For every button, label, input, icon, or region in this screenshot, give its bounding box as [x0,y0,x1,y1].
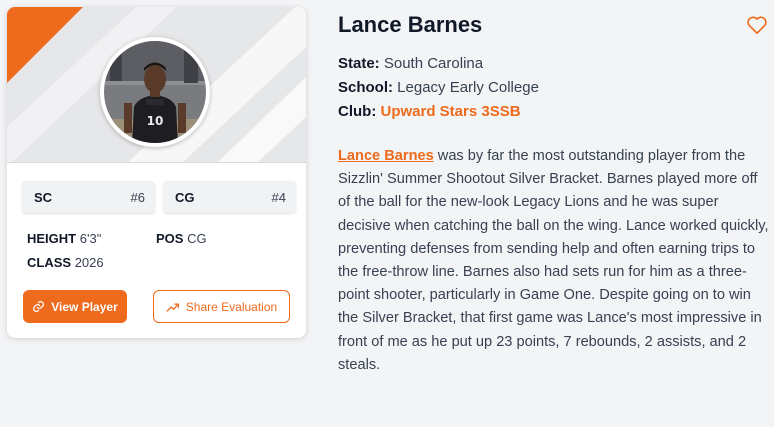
state-rank-label: SC [34,189,53,205]
class-label: CLASS [27,255,72,270]
school-row: School: Legacy Early College [338,79,539,96]
class-stat: CLASS 2026 [27,255,104,270]
height-value: 6'3" [79,231,102,246]
state-row: State: South Carolina [338,55,483,72]
link-icon [33,301,45,312]
class-value: 2026 [74,255,104,270]
state-label: State: [338,55,380,72]
card-header: 10 [7,7,306,163]
ranking-pills: SC #6 CG #4 [22,181,296,213]
school-label: School: [338,79,393,96]
position-rank-pill: CG #4 [163,181,296,213]
position-label: POS [156,231,184,246]
school-value: Legacy Early College [397,79,539,96]
club-link[interactable]: Upward Stars 3SSB [381,103,521,120]
state-value: South Carolina [383,55,484,72]
player-name: Lance Barnes [338,12,483,37]
position-rank-value: #4 [271,189,286,205]
club-row: Club: Upward Stars 3SSB [338,103,521,120]
bio-player-link[interactable]: Lance Barnes [338,148,434,164]
jersey-number: 10 [147,114,164,128]
view-player-button[interactable]: View Player [23,290,127,323]
view-player-label: View Player [51,299,118,314]
player-card: 10 SC #6 CG #4 HEIGHT 6'3" POS CG CLASS … [7,7,306,338]
club-label: Club: [338,103,377,120]
share-evaluation-label: Share Evaluation [185,299,278,314]
heart-icon[interactable] [746,15,768,35]
position-value: CG [187,231,207,246]
trend-up-icon [166,302,179,312]
height-stat: HEIGHT 6'3" [27,231,101,246]
player-photo: 10 [104,41,206,143]
position-rank-label: CG [175,189,195,205]
player-bio: Lance Barnes was by far the most outstan… [338,145,770,377]
state-rank-pill: SC #6 [22,181,155,213]
state-rank-value: #6 [130,189,145,205]
bio-text: was by far the most outstanding player f… [338,148,769,373]
player-avatar: 10 [100,37,210,147]
height-label: HEIGHT [27,231,77,246]
position-stat: POS CG [156,231,207,246]
share-evaluation-button[interactable]: Share Evaluation [153,290,290,323]
